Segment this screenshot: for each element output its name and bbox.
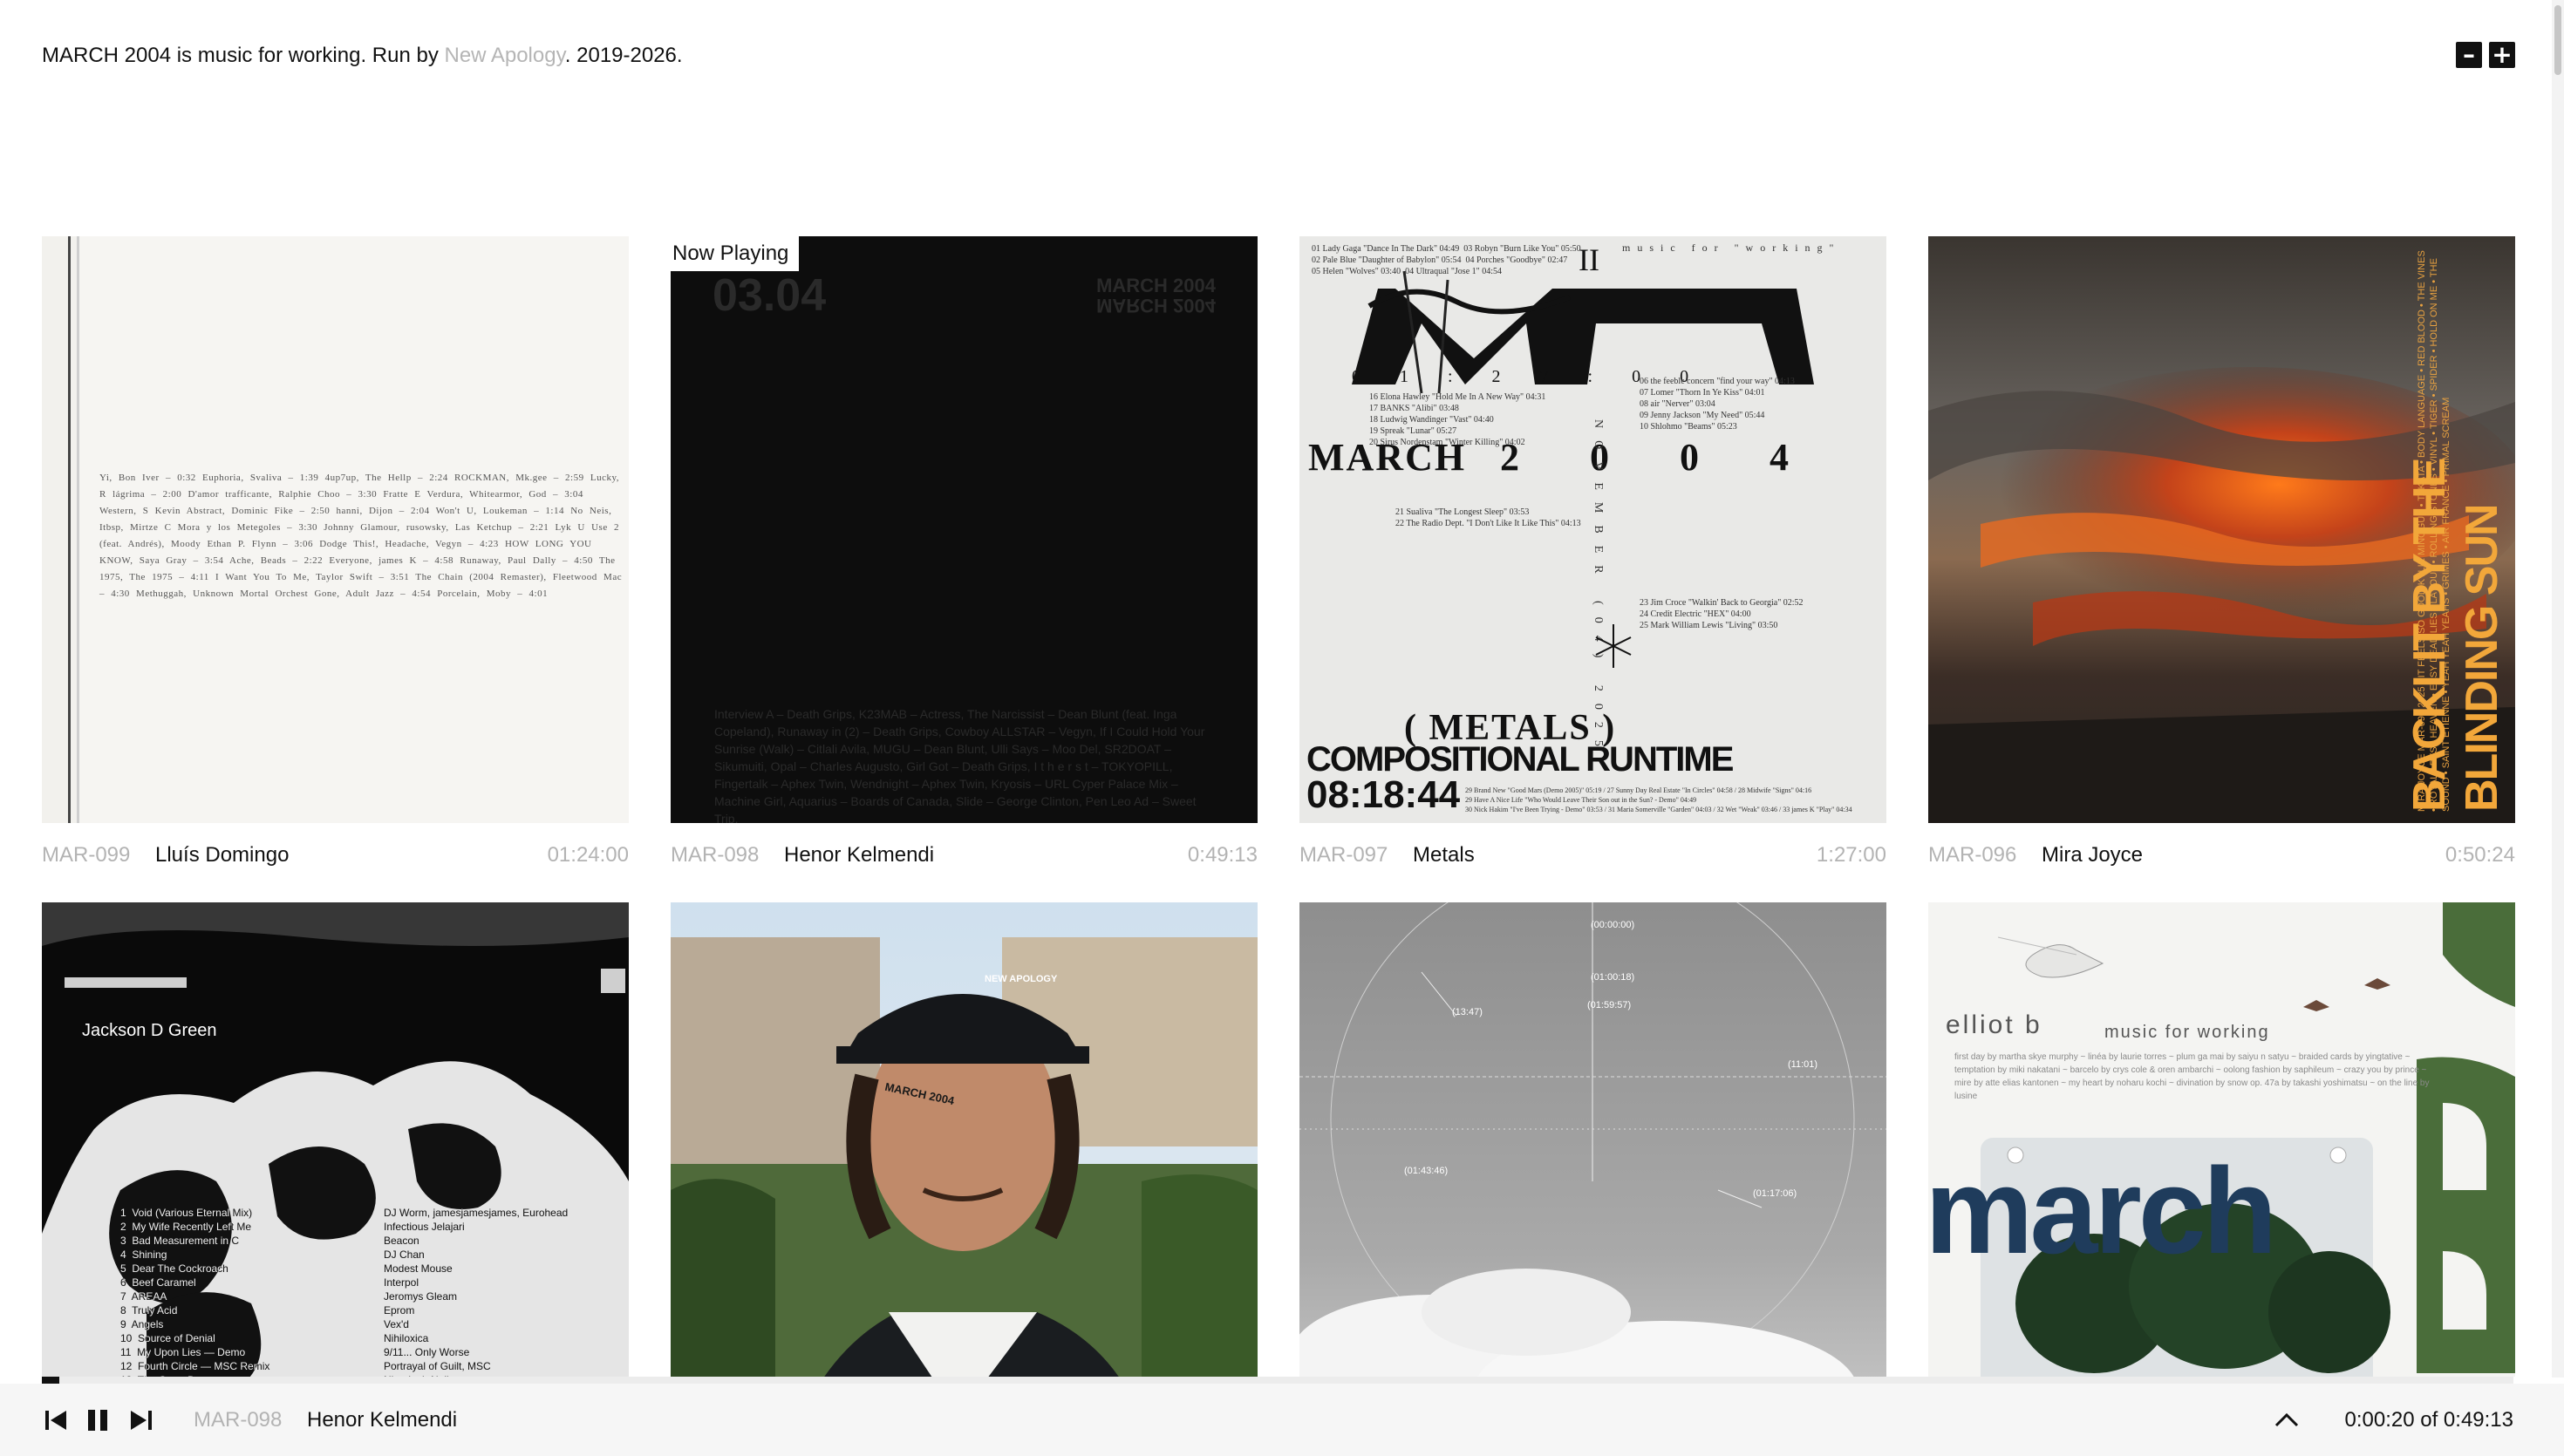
cover-title: MARCH bbox=[1308, 436, 1467, 479]
release-duration: 1:27:00 bbox=[1816, 843, 1886, 867]
cover-date: 03.04 bbox=[713, 270, 827, 321]
release-artist[interactable]: Lluís Domingo bbox=[155, 838, 548, 873]
cover-graphic bbox=[1981, 902, 2515, 1377]
page-scrollbar[interactable] bbox=[2552, 0, 2564, 1378]
pause-icon[interactable] bbox=[84, 1406, 112, 1434]
release-code: MAR-097 bbox=[1299, 843, 1388, 867]
cover-tracklist: 1 Void (Various Eternal Mix) 2 My Wife R… bbox=[120, 1207, 270, 1377]
release-card-now-playing[interactable]: Now Playing 03.04 MARCH 2004 MARCH 2004 … bbox=[671, 236, 1258, 867]
cover-art-timeline[interactable]: (00:00:00) (01:00:18) (01:59:57) (13:47)… bbox=[1299, 902, 1886, 1377]
cover-edge-line bbox=[68, 236, 71, 823]
cover-tracklist: 21 Sualiva "The Longest Sleep" 03:53 22 … bbox=[1395, 507, 1581, 528]
cover-art-mar-099[interactable]: Yi, Bon Iver – 0:32 Euphoria, Svaliva – … bbox=[42, 236, 629, 823]
cover-tagline: music for "working" bbox=[1622, 242, 1841, 254]
release-code: MAR-099 bbox=[42, 843, 131, 867]
release-code: MAR-098 bbox=[671, 843, 760, 867]
timestamp-label: (01:43:46) bbox=[1404, 1166, 1449, 1176]
release-card[interactable]: (00:00:00) (01:00:18) (01:59:57) (13:47)… bbox=[1299, 902, 1886, 1377]
timestamp-label: (01:00:18) bbox=[1591, 972, 1635, 983]
release-duration: 0:50:24 bbox=[2445, 843, 2515, 867]
release-card[interactable]: Jackson D Green 1 Void (Various Eternal … bbox=[42, 902, 629, 1377]
cover-tracklist: first day by martha skye murphy ~ linéa … bbox=[1954, 1052, 2430, 1101]
cap-logo: NEW APOLOGY bbox=[985, 974, 1058, 984]
release-meta: MAR-099 Lluís Domingo 01:24:00 bbox=[42, 838, 629, 873]
cover-numbers: 0 1 : 2 7 : 0 0 bbox=[1352, 367, 1689, 386]
scrollbar-thumb[interactable] bbox=[2554, 5, 2561, 75]
release-meta: MAR-098 Henor Kelmendi 0:49:13 bbox=[671, 838, 1258, 873]
cover-art-jackson-d-green[interactable]: Jackson D Green 1 Void (Various Eternal … bbox=[42, 902, 629, 1377]
cover-artist: elliot b bbox=[1946, 1010, 2042, 1039]
timestamp-label: (01:59:57) bbox=[1587, 1000, 1632, 1010]
release-card[interactable]: Yi, Bon Iver – 0:32 Euphoria, Svaliva – … bbox=[42, 236, 629, 867]
zoom-in-button[interactable]: + bbox=[2489, 42, 2515, 68]
portrait-photo bbox=[671, 902, 1258, 1377]
intro-text: MARCH 2004 is music for working. Run by bbox=[42, 44, 445, 67]
now-playing-badge: Now Playing bbox=[671, 236, 800, 271]
cover-tracklist: 23 Jim Croce "Walkin' Back to Georgia" 0… bbox=[1640, 598, 1804, 630]
player-artist[interactable]: Henor Kelmendi bbox=[307, 1403, 457, 1438]
zoom-controls: – + bbox=[2456, 42, 2515, 68]
cover-subtitle: music for working bbox=[2104, 1023, 2270, 1042]
previous-track-icon[interactable] bbox=[42, 1406, 70, 1434]
player-bar: MAR-098 Henor Kelmendi 0:00:20 of 0:49:1… bbox=[0, 1384, 2564, 1456]
player-release-code: MAR-098 bbox=[194, 1408, 283, 1432]
release-artist[interactable]: Mira Joyce bbox=[2042, 838, 2445, 873]
site-intro: MARCH 2004 is music for working. Run by … bbox=[42, 38, 683, 73]
release-duration: 0:49:13 bbox=[1187, 843, 1258, 867]
release-card[interactable]: elliot b music for working first day by … bbox=[1928, 902, 2515, 1377]
cover-edge bbox=[42, 236, 79, 823]
player-time: 0:00:20 of 0:49:13 bbox=[2344, 1408, 2514, 1432]
release-card[interactable]: NEW APOLOGY MARCH 2004 bbox=[671, 902, 1258, 1377]
release-artist[interactable]: Metals bbox=[1413, 838, 1817, 873]
release-card[interactable]: 01 Lady Gaga "Dance In The Dark" 04:49 0… bbox=[1299, 236, 1886, 867]
cover-credits: DJ Worm, jamesjamesjames, Eurohead Infec… bbox=[384, 1207, 569, 1377]
release-code: MAR-096 bbox=[1928, 843, 2017, 867]
cover-figure-icon bbox=[1595, 624, 1632, 668]
cover-art-elliot-b[interactable]: elliot b music for working first day by … bbox=[1928, 902, 2515, 1377]
chevron-up-icon[interactable] bbox=[2271, 1405, 2302, 1436]
cover-tracklist: 29 Brand New "Good Mars (Demo 2005)" 05:… bbox=[1465, 786, 1852, 813]
cover-tracklist: Interview A – Death Grips, K23MAB – Actr… bbox=[714, 707, 1205, 823]
playback-progress-bar[interactable] bbox=[42, 1377, 2513, 1384]
cover-art-mar-098[interactable]: Now Playing 03.04 MARCH 2004 MARCH 2004 … bbox=[671, 236, 1258, 823]
cover-year: 2 0 0 4 bbox=[1500, 436, 1789, 479]
release-card[interactable]: MIRA JOYCE MAR-096 2025 • IT FEELS SO GO… bbox=[1928, 236, 2515, 867]
zoom-out-button[interactable]: – bbox=[2456, 42, 2482, 68]
timestamp-label: (13:47) bbox=[1452, 1007, 1483, 1017]
cover-art-mar-096[interactable]: MIRA JOYCE MAR-096 2025 • IT FEELS SO GO… bbox=[1928, 236, 2515, 823]
timestamp-label: (11:01) bbox=[1788, 1059, 1818, 1070]
release-meta: MAR-096 Mira Joyce 0:50:24 bbox=[1928, 838, 2515, 873]
timestamp-label: (01:17:06) bbox=[1753, 1188, 1797, 1199]
cover-artist: Jackson D Green bbox=[82, 1021, 217, 1040]
cover-square bbox=[601, 969, 625, 993]
years-text: . 2019-2026. bbox=[564, 44, 683, 67]
cover-art-mar-097[interactable]: 01 Lady Gaga "Dance In The Dark" 04:49 0… bbox=[1299, 236, 1886, 823]
cover-roman-numeral: II bbox=[1579, 242, 1599, 277]
cover-wordmark: march bbox=[1928, 1142, 2277, 1279]
cover-art-portrait[interactable]: NEW APOLOGY MARCH 2004 bbox=[671, 902, 1258, 1377]
release-duration: 01:24:00 bbox=[547, 843, 629, 867]
cover-tracklist: 06 the feeble concern "find your way" 04… bbox=[1640, 377, 1795, 432]
release-artist[interactable]: Henor Kelmendi bbox=[784, 838, 1188, 873]
progress-fill bbox=[42, 1377, 59, 1384]
cover-runtime: 08:18:44 bbox=[1306, 773, 1461, 816]
timestamp-label: (00:00:00) bbox=[1591, 920, 1635, 930]
release-meta: MAR-097 Metals 1:27:00 bbox=[1299, 838, 1886, 873]
cover-mark-mirrored: MARCH 2004 bbox=[1096, 295, 1216, 316]
new-apology-link[interactable]: New Apology bbox=[444, 44, 564, 67]
cover-title: BACKLIT BY THE BLINDING SUN bbox=[2404, 459, 2507, 812]
cover-tracklist: Yi, Bon Iver – 0:32 Euphoria, Svaliva – … bbox=[99, 473, 623, 599]
cover-bar bbox=[65, 977, 187, 988]
next-track-icon[interactable] bbox=[127, 1406, 155, 1434]
